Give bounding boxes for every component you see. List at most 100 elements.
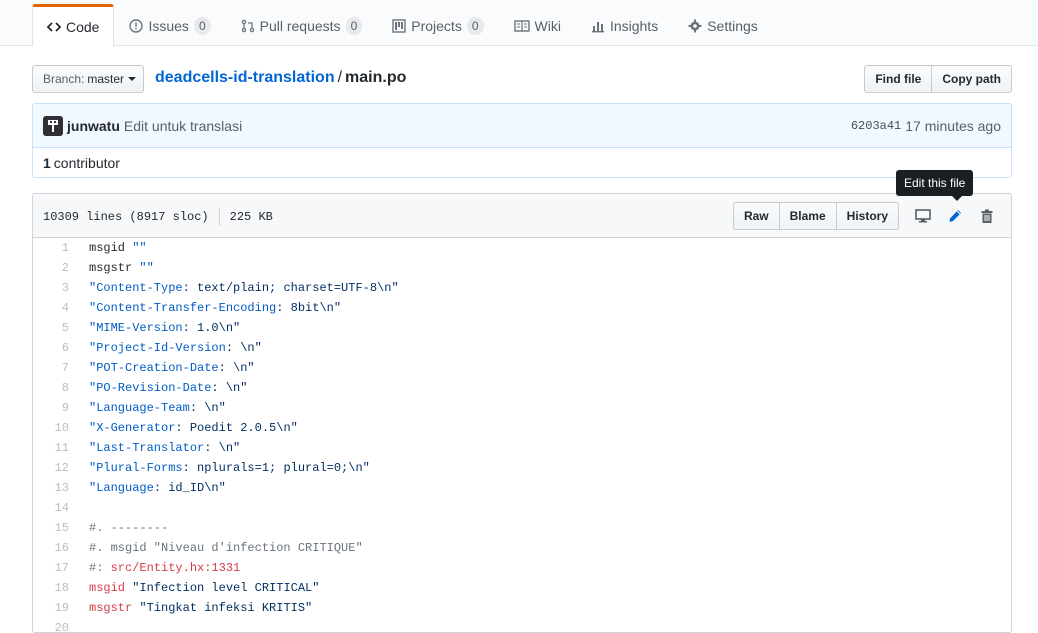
line-number[interactable]: 6 [33, 341, 79, 355]
line-number[interactable]: 7 [33, 361, 79, 375]
code-token: "Language [89, 481, 154, 495]
line-content: #. msgid "Niveau d'infection CRITIQUE" [79, 541, 363, 555]
line-content: "Plural-Forms: nplurals=1; plural=0;\n" [79, 461, 370, 475]
line-number[interactable]: 1 [33, 241, 79, 255]
code-token: "Tingkat infeksi KRITIS" [139, 601, 313, 615]
code-token: "Project-Id-Version [89, 341, 226, 355]
line-number[interactable]: 19 [33, 601, 79, 615]
edit-file-button[interactable] [939, 202, 971, 230]
line-number[interactable]: 20 [33, 621, 79, 632]
commit-sha-link[interactable]: 6203a41 [851, 119, 901, 133]
history-button[interactable]: History [835, 202, 899, 230]
line-number[interactable]: 4 [33, 301, 79, 315]
code-line: 18 msgid "Infection level CRITICAL" [33, 578, 1011, 598]
tab-counter: 0 [193, 17, 211, 35]
file-name: main.po [345, 69, 407, 86]
open-desktop-button[interactable] [907, 202, 939, 230]
tab-settings[interactable]: Settings [673, 4, 773, 46]
code-token: : \n" [218, 361, 255, 375]
line-number[interactable]: 15 [33, 521, 79, 535]
gear-icon [688, 19, 702, 33]
blame-button[interactable]: Blame [778, 202, 837, 230]
commit-message[interactable]: Edit untuk translasi [124, 118, 242, 134]
line-number[interactable]: 8 [33, 381, 79, 395]
line-number[interactable]: 12 [33, 461, 79, 475]
tab-insights[interactable]: Insights [576, 4, 673, 46]
raw-button[interactable]: Raw [732, 202, 780, 230]
tab-projects[interactable]: Projects 0 [377, 4, 498, 46]
branch-select-button[interactable]: Branch: master [32, 65, 144, 93]
tab-counter: 0 [345, 17, 363, 35]
pull-request-icon [241, 19, 255, 33]
code-token: "POT-Creation-Date [89, 361, 219, 375]
branch-prefix: Branch: [43, 72, 85, 86]
line-number[interactable]: 2 [33, 261, 79, 275]
pencil-icon [949, 210, 961, 222]
caret-down-icon [128, 77, 137, 81]
commit-box: junwatu Edit untuk translasi 6203a41 17 … [32, 103, 1012, 178]
copy-path-button[interactable]: Copy path [931, 65, 1012, 93]
commit-meta: 6203a41 17 minutes ago [851, 118, 1001, 134]
code-token: #: [89, 561, 111, 575]
line-number[interactable]: 13 [33, 481, 79, 495]
code-token: msgstr [89, 601, 140, 615]
tab-pulls[interactable]: Pull requests 0 [226, 4, 378, 46]
code-line: 6 "Project-Id-Version: \n" [33, 338, 1011, 358]
line-number[interactable]: 16 [33, 541, 79, 555]
find-file-button[interactable]: Find file [864, 65, 933, 93]
line-content: msgid "" [79, 241, 147, 255]
file-actions: Raw Blame History [732, 202, 1003, 230]
file-line-count: 10309 lines (8917 sloc) [43, 210, 209, 224]
code-line: 13 "Language: id_ID\n" [33, 478, 1011, 498]
line-number[interactable]: 3 [33, 281, 79, 295]
file-info-divider [218, 208, 220, 226]
code-line: 17 #: src/Entity.hx:1331 [33, 558, 1011, 578]
code-token: src/Entity.hx:1331 [110, 561, 241, 575]
tab-counter: 0 [466, 17, 484, 35]
repo-nav: Code Issues 0 Pull requests 0 Projects 0 Wiki In… [0, 0, 1038, 47]
line-content: "PO-Revision-Date: \n" [79, 381, 247, 395]
contributors-summary[interactable]: 1 contributor [33, 148, 1011, 178]
line-number[interactable]: 9 [33, 401, 79, 415]
repo-link[interactable]: deadcells-id-translation [155, 69, 335, 86]
file-view-buttons: Raw Blame History [732, 202, 899, 230]
code-token: : nplurals=1; plural=0;\n" [182, 461, 370, 475]
avatar[interactable] [43, 115, 63, 136]
code-line: 5 "MIME-Version: 1.0\n" [33, 318, 1011, 338]
file-box: 10309 lines (8917 sloc) 225 KB Raw Blame… [32, 193, 1012, 633]
line-number[interactable]: 17 [33, 561, 79, 575]
commit-author-link[interactable]: junwatu [67, 118, 120, 134]
code-token: msgid [89, 581, 133, 595]
line-number[interactable]: 18 [33, 581, 79, 595]
tab-label: Wiki [534, 18, 561, 34]
line-number[interactable]: 10 [33, 421, 79, 435]
contributor-count: 1 [43, 155, 51, 171]
code-token: "Content-Type [89, 281, 183, 295]
tab-issues[interactable]: Issues 0 [114, 4, 225, 46]
line-content: #. -------- [79, 521, 168, 535]
line-number[interactable]: 14 [33, 501, 79, 515]
code-line: 7 "POT-Creation-Date: \n" [33, 358, 1011, 378]
code-token: msgid [89, 241, 133, 255]
code-token: "Plural-Forms [89, 461, 183, 475]
delete-file-button[interactable] [971, 202, 1003, 230]
file-header: 10309 lines (8917 sloc) 225 KB Raw Blame… [33, 194, 1011, 238]
tab-wiki[interactable]: Wiki [499, 4, 576, 46]
contributor-label: contributor [53, 155, 120, 171]
code-line: 1 msgid "" [33, 238, 1011, 258]
code-view: 1 msgid "" 2 msgstr "" 3 "Content-Type: text/… [33, 238, 1011, 632]
line-content: "Project-Id-Version: \n" [79, 341, 262, 355]
line-number[interactable]: 11 [33, 441, 79, 455]
line-content: "Content-Type: text/plain; charset=UTF-8… [79, 281, 399, 295]
code-line: 16 #. msgid "Niveau d'infection CRITIQUE" [33, 538, 1011, 558]
repo-tabs: Code Issues 0 Pull requests 0 Projects 0 Wiki In… [32, 4, 773, 47]
code-token: : text/plain; charset=UTF-8\n" [182, 281, 399, 295]
code-token: "PO-Revision-Date [89, 381, 212, 395]
issue-icon [129, 19, 144, 33]
code-token: #. msgid "Niveau d'infection CRITIQUE" [89, 541, 363, 555]
tab-code[interactable]: Code [32, 4, 115, 47]
code-token: : \n" [189, 401, 226, 415]
line-number[interactable]: 5 [33, 321, 79, 335]
code-line: 20 [33, 618, 1011, 632]
code-token: : \n" [204, 441, 241, 455]
